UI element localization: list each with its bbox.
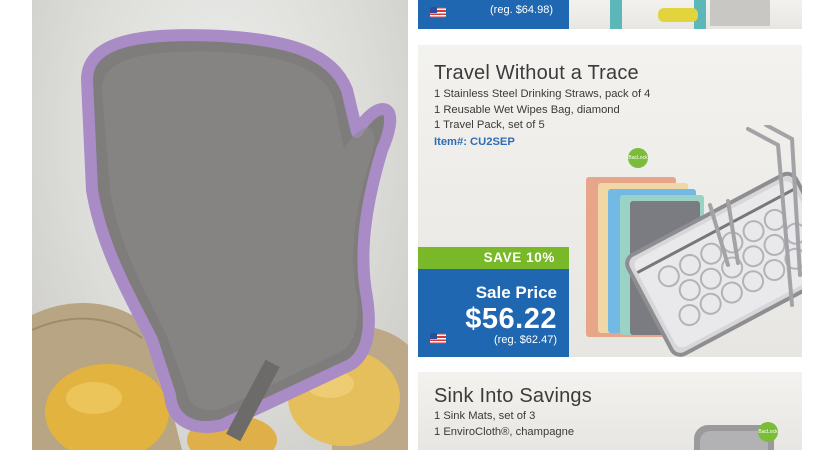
top-reg-price: (reg. $64.98): [490, 4, 553, 16]
offer-item: 1 Sink Mats, set of 3: [434, 410, 536, 422]
offer-items: 1 Sink Mats, set of 3 1 EnviroCloth®, ch…: [434, 409, 574, 440]
sale-price: $56.22: [465, 303, 557, 335]
offer-item: 1 EnviroCloth®, champagne: [434, 425, 575, 438]
offer-title: Travel Without a Trace: [434, 62, 639, 84]
baclock-badge-icon: BacLock: [758, 422, 778, 442]
top-offer-panel: (reg. $64.98): [418, 0, 802, 29]
reg-price: (reg. $62.47): [494, 334, 557, 346]
us-flag-icon: [430, 7, 446, 18]
offer-item: 1 Stainless Steel Drinking Straws, pack …: [434, 88, 651, 100]
sale-price-box: Sale Price $56.22 (reg. $62.47): [418, 269, 569, 357]
travel-offer-panel: Travel Without a Trace 1 Stainless Steel…: [418, 45, 802, 357]
offer-item: 1 Reusable Wet Wipes Bag, diamond: [434, 103, 620, 116]
baclock-badge-icon: BacLock: [628, 148, 648, 168]
travel-product-image: [586, 125, 802, 357]
hero-illustration: [32, 29, 408, 450]
offer-title: Sink Into Savings: [434, 385, 592, 407]
sale-price-label: Sale Price: [475, 283, 557, 302]
top-product-image: [610, 0, 770, 29]
sink-offer-panel: Sink Into Savings 1 Sink Mats, set of 3 …: [418, 372, 802, 450]
item-number: Item#: CU2SEP: [434, 136, 515, 148]
us-flag-icon: [430, 333, 446, 344]
top-price-box: (reg. $64.98): [418, 0, 569, 29]
save-banner: SAVE 10%: [418, 247, 569, 269]
hero-image: [32, 0, 408, 450]
